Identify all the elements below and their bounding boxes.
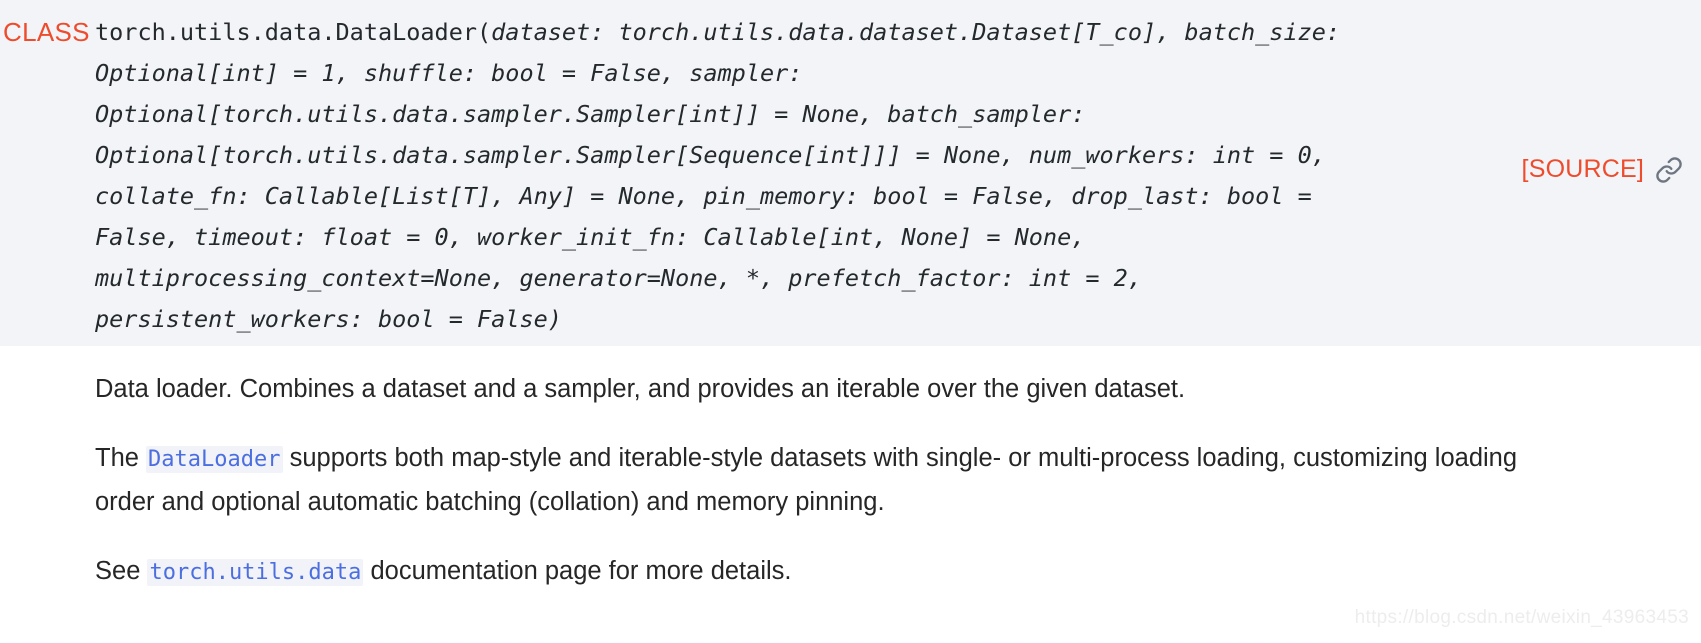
signature-qualified-name: torch.utils.data.DataLoader( [95, 18, 492, 46]
source-and-permalink-group: [SOURCE] [1522, 155, 1683, 184]
watermark-text: https://blog.csdn.net/weixin_43963453 [1354, 607, 1689, 628]
signature-line-4: Optional[torch.utils.data.sampler.Sample… [95, 141, 1326, 169]
description-paragraph-3: See torch.utils.data documentation page … [95, 524, 1525, 594]
signature-line-3: Optional[torch.utils.data.sampler.Sample… [95, 100, 1086, 128]
paragraph-2-trailing-text: supports both map-style and iterable-sty… [95, 444, 1518, 516]
description-paragraph-1: Data loader. Combines a dataset and a sa… [95, 375, 1186, 403]
paragraph-3-trailing-text: documentation page for more details. [370, 557, 792, 585]
paragraph-2-lead-text: The [95, 444, 139, 472]
link-chain-icon[interactable] [1655, 156, 1683, 184]
signature-line-6: False, timeout: float = 0, worker_init_f… [95, 223, 1086, 251]
description-paragraph-2: The DataLoader supports both map-style a… [95, 411, 1525, 524]
signature-line-5: collate_fn: Callable[List[T], Any] = Non… [95, 182, 1312, 210]
inline-code-torch-utils-data[interactable]: torch.utils.data [147, 559, 364, 586]
class-signature-block: CLASS torch.utils.data.DataLoader(datase… [0, 0, 1701, 346]
signature-line-2: Optional[int] = 1, shuffle: bool = False… [95, 59, 803, 87]
paragraph-3-lead-text: See [95, 557, 141, 585]
signature-first-row: CLASS torch.utils.data.DataLoader(datase… [0, 12, 1701, 53]
signature-line-1: torch.utils.data.DataLoader(dataset: tor… [95, 12, 1340, 53]
source-link[interactable]: [SOURCE] [1522, 155, 1644, 184]
signature-line-8: persistent_workers: bool = False) [95, 305, 562, 333]
description-body: Data loader. Combines a dataset and a sa… [0, 346, 1701, 594]
class-directive-label: CLASS [3, 17, 90, 47]
signature-line-7: multiprocessing_context=None, generator=… [95, 264, 1142, 292]
inline-code-dataloader[interactable]: DataLoader [146, 446, 283, 473]
signature-parameters-head: dataset: torch.utils.data.dataset.Datase… [491, 18, 1341, 46]
